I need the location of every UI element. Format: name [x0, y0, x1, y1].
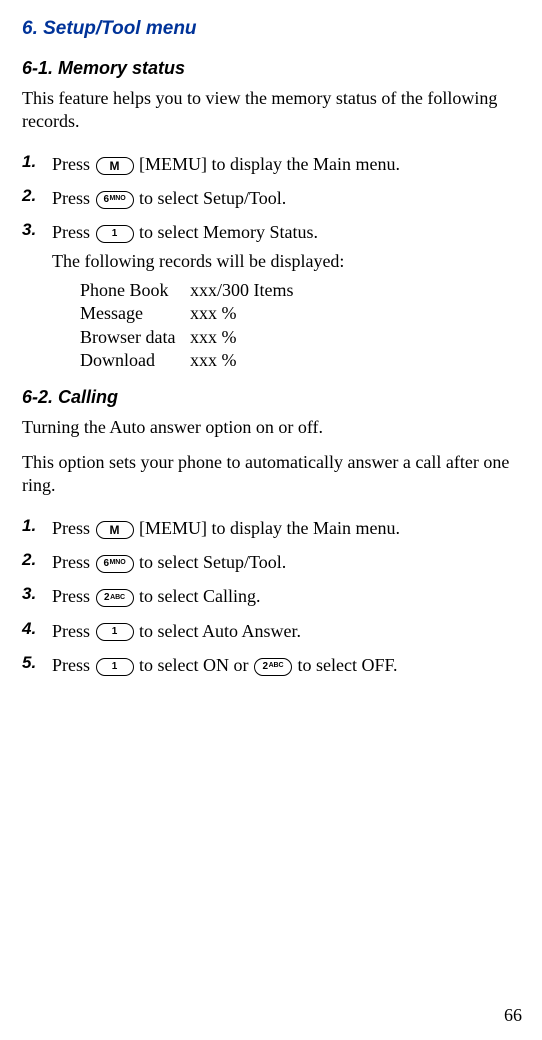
step-number: 1.: [22, 152, 52, 172]
step-number: 4.: [22, 619, 52, 639]
step-text: Press 6MNO to select Setup/Tool.: [52, 550, 520, 574]
key-6-icon: 6MNO: [96, 191, 134, 209]
step-text: Press 1 to select Auto Answer.: [52, 619, 520, 643]
step-text: Press 2ABC to select Calling.: [52, 584, 520, 608]
step-after: to select Memory Status.: [135, 222, 318, 242]
step-number: 5.: [22, 653, 52, 673]
step-after: to select Setup/Tool.: [135, 188, 287, 208]
step-number: 2.: [22, 186, 52, 206]
key-1-icon: 1: [96, 658, 134, 676]
key-1-icon: 1: [96, 623, 134, 641]
step-before: Press: [52, 586, 95, 606]
page-number: 66: [504, 1005, 522, 1026]
records-table: Phone Bookxxx/300 Items Messagexxx % Bro…: [80, 279, 520, 373]
key-2-icon: 2ABC: [96, 589, 134, 607]
section-6-2-intro-1: Turning the Auto answer option on or off…: [22, 416, 520, 439]
key-m-icon: M: [96, 521, 134, 539]
step-3: 3. Press 2ABC to select Calling.: [22, 584, 520, 608]
step-text: Press 1 to select ON or 2ABC to select O…: [52, 653, 520, 677]
step-after: to select Auto Answer.: [135, 621, 301, 641]
table-row: Messagexxx %: [80, 302, 520, 325]
step-mid: to select ON or: [135, 655, 253, 675]
section-6-1-steps: 1. Press M [MEMU] to display the Main me…: [22, 152, 520, 373]
key-6-icon: 6MNO: [96, 555, 134, 573]
record-name: Download: [80, 349, 190, 372]
record-name: Message: [80, 302, 190, 325]
step-line2: The following records will be displayed:: [52, 249, 520, 273]
step-before: Press: [52, 154, 95, 174]
step-1: 1. Press M [MEMU] to display the Main me…: [22, 152, 520, 176]
step-4: 4. Press 1 to select Auto Answer.: [22, 619, 520, 643]
step-after: [MEMU] to display the Main menu.: [135, 154, 400, 174]
step-before: Press: [52, 188, 95, 208]
table-row: Downloadxxx %: [80, 349, 520, 372]
step-1: 1. Press M [MEMU] to display the Main me…: [22, 516, 520, 540]
step-number: 2.: [22, 550, 52, 570]
section-6-2-steps: 1. Press M [MEMU] to display the Main me…: [22, 516, 520, 677]
step-number: 3.: [22, 584, 52, 604]
step-after: [MEMU] to display the Main menu.: [135, 518, 400, 538]
section-6-1-title: 6-1. Memory status: [22, 58, 520, 79]
record-value: xxx %: [190, 349, 237, 372]
key-m-icon: M: [96, 157, 134, 175]
step-5: 5. Press 1 to select ON or 2ABC to selec…: [22, 653, 520, 677]
record-name: Phone Book: [80, 279, 190, 302]
section-6-2-title: 6-2. Calling: [22, 387, 520, 408]
record-value: xxx %: [190, 302, 237, 325]
step-after: to select OFF.: [293, 655, 398, 675]
step-text: Press 1 to select Memory Status. The fol…: [52, 220, 520, 372]
table-row: Phone Bookxxx/300 Items: [80, 279, 520, 302]
step-2: 2. Press 6MNO to select Setup/Tool.: [22, 550, 520, 574]
record-value: xxx/300 Items: [190, 279, 294, 302]
section-6-2-intro-2: This option sets your phone to automatic…: [22, 451, 520, 498]
step-text: Press 6MNO to select Setup/Tool.: [52, 186, 520, 210]
step-after: to select Setup/Tool.: [135, 552, 287, 572]
step-before: Press: [52, 518, 95, 538]
step-3: 3. Press 1 to select Memory Status. The …: [22, 220, 520, 372]
record-value: xxx %: [190, 326, 237, 349]
step-text: Press M [MEMU] to display the Main menu.: [52, 152, 520, 176]
step-number: 1.: [22, 516, 52, 536]
step-text: Press M [MEMU] to display the Main menu.: [52, 516, 520, 540]
table-row: Browser dataxxx %: [80, 326, 520, 349]
step-2: 2. Press 6MNO to select Setup/Tool.: [22, 186, 520, 210]
step-before: Press: [52, 222, 95, 242]
section-6-1-intro: This feature helps you to view the memor…: [22, 87, 520, 134]
step-number: 3.: [22, 220, 52, 240]
key-1-icon: 1: [96, 225, 134, 243]
step-before: Press: [52, 621, 95, 641]
record-name: Browser data: [80, 326, 190, 349]
page-title: 6. Setup/Tool menu: [22, 18, 520, 40]
step-before: Press: [52, 552, 95, 572]
step-before: Press: [52, 655, 95, 675]
key-2-icon: 2ABC: [254, 658, 292, 676]
step-after: to select Calling.: [135, 586, 261, 606]
